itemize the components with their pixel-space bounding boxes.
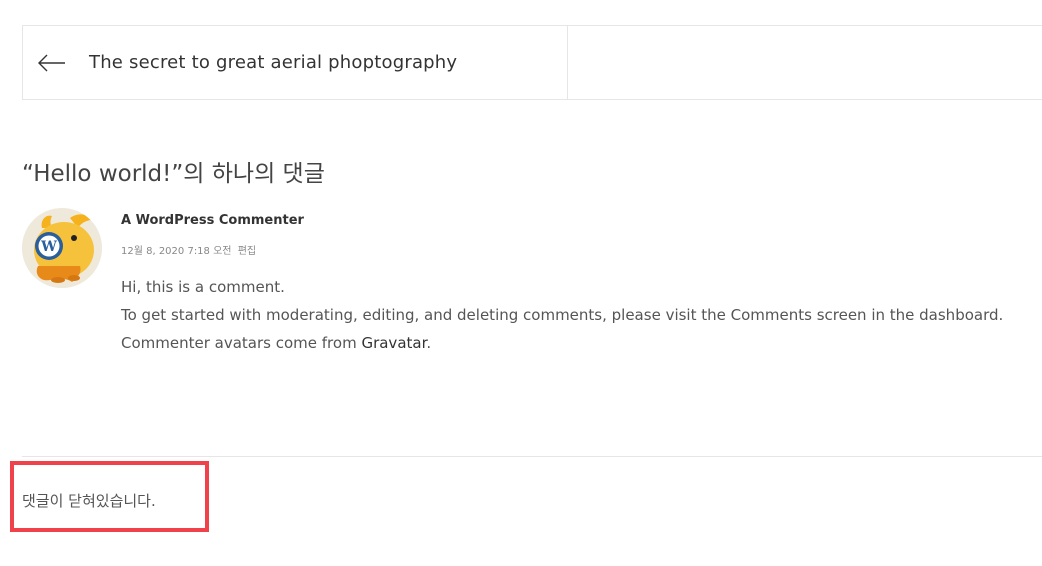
comment-text: Hi, this is a comment. To get started wi… [121,273,1021,357]
comment-author[interactable]: A WordPress Commenter [121,213,1021,228]
edit-comment-link[interactable]: 편집 [238,246,256,257]
svg-text:W: W [40,239,57,255]
previous-post-link[interactable]: The secret to great aerial phoptography [23,26,568,99]
comment-date[interactable]: 12월 8, 2020 7:18 오전 [121,246,232,257]
avatar: W [22,208,102,288]
comments-title: “Hello world!”의 하나의 댓글 [22,161,325,187]
comment-line-3-prefix: Commenter avatars come from [121,334,362,352]
comment-meta: 12월 8, 2020 7:18 오전 편집 [121,242,1021,257]
previous-post-title[interactable]: The secret to great aerial phoptography [89,52,457,73]
comment-line-2: To get started with moderating, editing,… [121,306,1004,324]
next-post-slot [568,26,1042,99]
comments-closed-notice: 댓글이 닫혀있습니다. [22,492,156,510]
wapuu-icon: W [22,208,102,288]
comment-line-3-suffix: . [426,334,432,352]
section-divider [22,456,1042,457]
arrow-left-icon [37,54,67,72]
post-navigation: The secret to great aerial phoptography [22,25,1042,100]
comment-line-3: Commenter avatars come from Gravatar. [121,329,1021,357]
gravatar-link[interactable]: Gravatar [361,334,426,352]
comment-line-1: Hi, this is a comment. [121,278,285,296]
comment-body: A WordPress Commenter 12월 8, 2020 7:18 오… [121,208,1021,357]
